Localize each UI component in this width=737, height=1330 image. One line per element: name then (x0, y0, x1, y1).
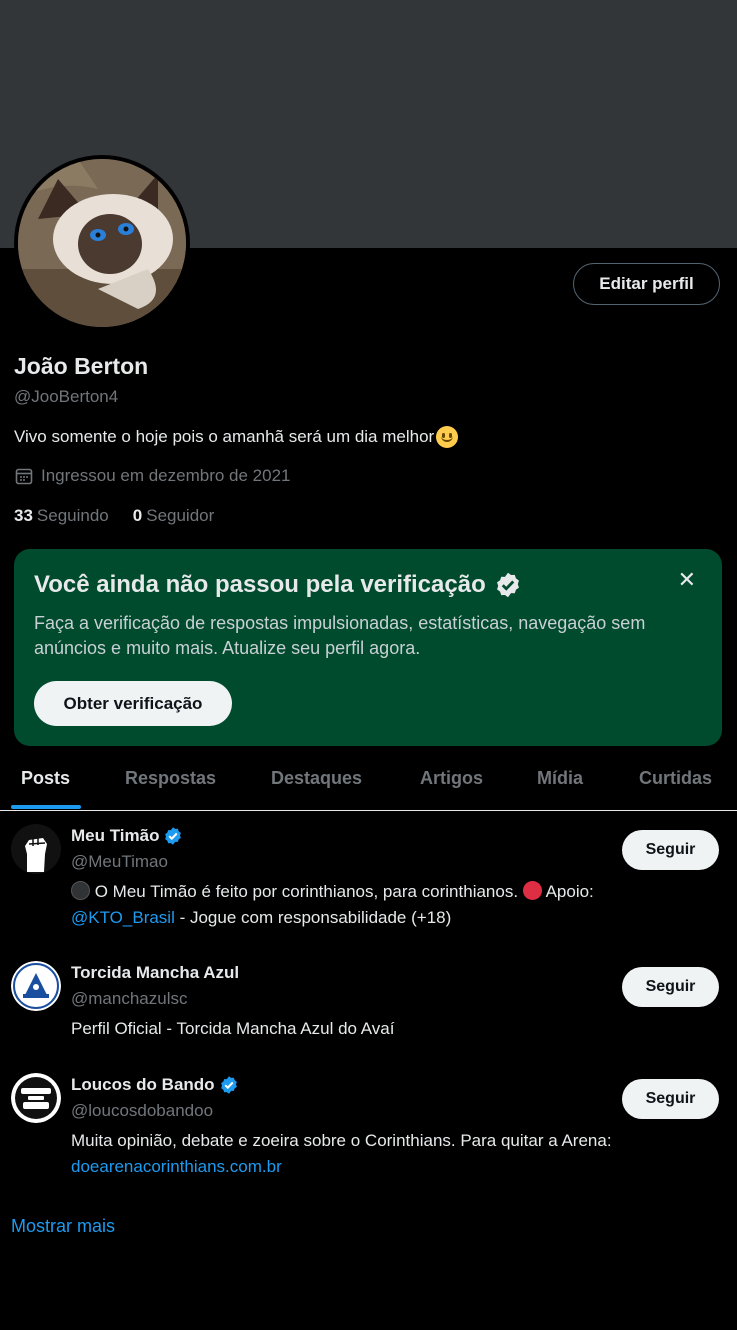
tab-posts[interactable]: Posts (21, 768, 70, 789)
bio-mention-link[interactable]: @KTO_Brasil (71, 908, 175, 927)
suggestion-name[interactable]: Loucos do Bando (71, 1075, 239, 1095)
joined-text: Ingressou em dezembro de 2021 (41, 466, 291, 485)
follow-stats: 33 Seguindo 0 Seguidor (14, 506, 214, 526)
following-link[interactable]: 33 Seguindo (14, 506, 109, 526)
show-more-link[interactable]: Mostrar mais (11, 1216, 115, 1237)
loucos-do-bando-logo-icon (11, 1073, 61, 1123)
suggestion-handle: @loucosdobandoo (71, 1101, 214, 1120)
suggestion-bio: Muita opinião, debate e zoeira sobre o C… (71, 1131, 612, 1176)
bio-url-link[interactable]: doearenacorinthians.com.br (71, 1157, 282, 1176)
smiley-emoji-icon (436, 426, 459, 448)
close-icon[interactable]: ✕ (678, 567, 696, 593)
profile-bio: Vivo somente o hoje pois o amanhã será u… (14, 426, 459, 448)
tab-likes[interactable]: Curtidas (639, 768, 712, 789)
follow-button[interactable]: Seguir (622, 1079, 719, 1119)
joined-date: Ingressou em dezembro de 2021 (14, 466, 291, 486)
verified-badge-icon (220, 1076, 237, 1094)
followers-link[interactable]: 0 Seguidor (133, 506, 215, 526)
bio-text: Vivo somente o hoje pois o amanhã será u… (14, 427, 435, 446)
tab-highlights[interactable]: Destaques (271, 768, 362, 789)
follow-button[interactable]: Seguir (622, 967, 719, 1007)
profile-tabs: Posts Respostas Destaques Artigos Mídia … (0, 757, 737, 811)
edit-profile-button[interactable]: Editar perfil (573, 263, 720, 305)
verification-card: Você ainda não passou pela verificação ✕… (14, 549, 722, 746)
suggestion-handle: @MeuTimao (71, 852, 168, 871)
suggestion-avatar[interactable] (11, 1073, 61, 1123)
verification-description: Faça a verificação de respostas impulsio… (34, 613, 646, 658)
suggestion-name[interactable]: Torcida Mancha Azul (71, 963, 239, 983)
cat-avatar-image (18, 159, 186, 327)
calendar-icon (15, 468, 33, 485)
tab-articles[interactable]: Artigos (420, 768, 483, 789)
follow-button[interactable]: Seguir (622, 830, 719, 870)
tab-replies[interactable]: Respostas (125, 768, 216, 789)
profile-handle: @JooBerton4 (14, 387, 119, 406)
profile-name: João Berton (14, 353, 149, 379)
suggestion-handle: @manchazulsc (71, 989, 188, 1008)
suggestion-bio: Perfil Oficial - Torcida Mancha Azul do … (71, 1019, 395, 1038)
verified-badge-icon (165, 827, 182, 845)
profile-avatar[interactable] (14, 155, 190, 331)
tab-media[interactable]: Mídia (537, 768, 583, 789)
suggestion-avatar[interactable] (11, 961, 61, 1011)
active-tab-indicator (11, 805, 81, 809)
verified-badge-icon (496, 572, 519, 598)
get-verified-button[interactable]: Obter verificação (34, 681, 232, 726)
verification-title: Você ainda não passou pela verificação (34, 571, 522, 599)
mancha-azul-logo-icon (11, 961, 61, 1011)
suggestion-bio: O Meu Timão é feito por corinthianos, pa… (71, 881, 594, 927)
fist-logo-icon (11, 824, 61, 874)
suggestion-avatar[interactable] (11, 824, 61, 874)
red-circle-icon (522, 881, 542, 900)
black-circle-icon (71, 881, 90, 900)
suggestion-name[interactable]: Meu Timão (71, 826, 183, 846)
